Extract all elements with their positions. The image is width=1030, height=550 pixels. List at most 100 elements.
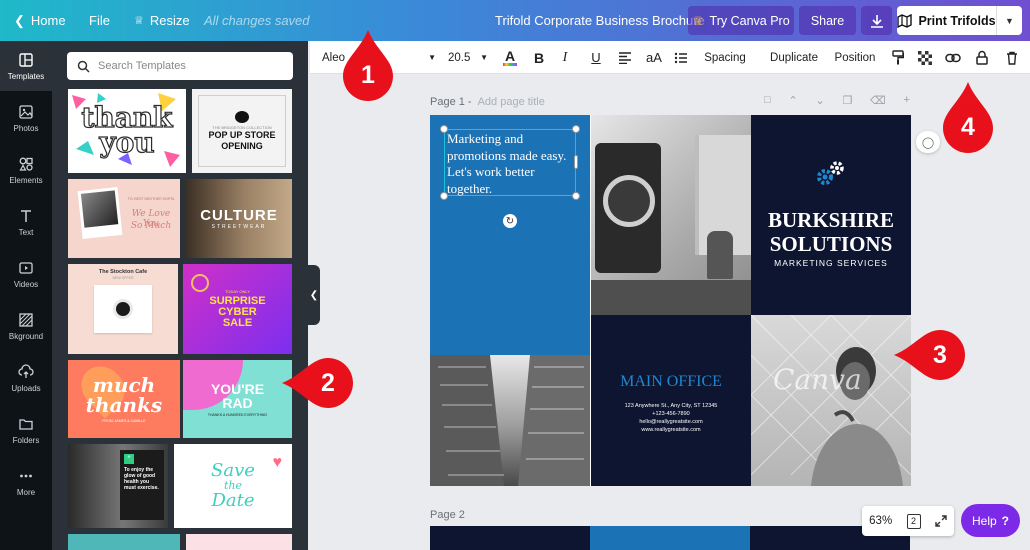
download-icon [870, 14, 883, 28]
position-button[interactable]: Position [832, 41, 878, 74]
print-options-dropdown[interactable]: ▼ [996, 6, 1022, 35]
home-label: Home [30, 13, 66, 28]
chevron-down-icon: ▼ [428, 53, 436, 62]
expand-icon[interactable] [935, 515, 947, 527]
collapse-panel-button[interactable]: ❮ [308, 265, 320, 325]
home-button[interactable]: ❮ Home [14, 0, 66, 41]
notes-icon[interactable]: □ [764, 94, 771, 110]
duplicate-button[interactable]: Duplicate [766, 41, 822, 74]
rail-label: Bkground [8, 331, 44, 341]
delete-button[interactable] [1004, 41, 1020, 74]
chevron-down-icon[interactable]: ⌄ [815, 94, 824, 110]
brand-tagline[interactable]: MARKETING SERVICES [751, 258, 911, 268]
brochure-page-2[interactable] [430, 526, 750, 550]
download-button[interactable] [861, 6, 892, 35]
tile-subtitle: THANKS A HUNDRED EVERYTHING [207, 412, 268, 417]
template-we-love-you[interactable]: TO: BEST BROTHER SORTA We Love You So Mu… [68, 179, 180, 258]
copy-style-button[interactable] [890, 41, 906, 74]
office-email: hello@reallygreatsite.com [639, 419, 703, 425]
lock-button[interactable] [974, 41, 990, 74]
office-title[interactable]: MAIN OFFICE [591, 373, 751, 391]
text-color-button[interactable]: A [500, 41, 520, 74]
rail-videos[interactable]: Videos [0, 249, 52, 299]
rail-templates[interactable]: Templates [0, 41, 52, 91]
resize-handle[interactable] [440, 125, 448, 133]
callout-1: 1 [338, 28, 398, 102]
chevron-up-icon[interactable]: ⌃ [788, 94, 797, 110]
underline-button[interactable]: U [587, 41, 605, 74]
font-size-dropdown[interactable]: 20.5 ▼ [448, 41, 488, 74]
brand-panel: BURKSHIRE SOLUTIONS MARKETING SERVICES [751, 115, 911, 315]
tile-subtitle: FROM: JAMES & CAMILLE [102, 419, 146, 423]
tile-title: CULTURE [200, 207, 278, 224]
speaker-photo[interactable] [591, 115, 751, 315]
template-fitness-quote[interactable]: “ To enjoy the glow of good health you m… [68, 444, 168, 528]
page-count-button[interactable]: 2 [906, 513, 921, 529]
template-pop-up-store[interactable]: THE BRIDGETON COLLECTION POP UP STORE OP… [192, 89, 292, 173]
template-save-the-date[interactable]: ♥ Save the Date [174, 444, 292, 528]
rail-folders[interactable]: Folders [0, 405, 52, 455]
resize-handle[interactable] [440, 192, 448, 200]
print-label: Print Trifolds [918, 13, 996, 28]
file-menu-button[interactable]: File [89, 0, 110, 41]
template-cyber-sale[interactable]: TODAY ONLY SURPRISE CYBER SALE [183, 264, 292, 354]
tile-subtitle: NEW OFFER [112, 276, 134, 280]
rail-more[interactable]: More [0, 457, 52, 507]
rail-background[interactable]: Bkground [0, 301, 52, 351]
try-canva-pro-button[interactable]: ♕ Try Canva Pro [688, 6, 794, 35]
print-trifolds-button[interactable]: Print Trifolds [897, 6, 996, 35]
share-button[interactable]: Share [799, 6, 856, 35]
link-button[interactable] [944, 41, 962, 74]
save-status: All changes saved [204, 13, 310, 28]
resize-handle[interactable] [572, 125, 580, 133]
template-culture[interactable]: CULTURE STREETWEAR [186, 179, 292, 258]
chevron-left-icon: ❮ [309, 289, 319, 301]
delete-page-icon[interactable]: ⌫ [870, 94, 886, 110]
rail-uploads[interactable]: Uploads [0, 353, 52, 403]
tile-subtitle: TO: BEST BROTHER SORTA [127, 197, 175, 201]
search-input[interactable]: Search Templates [67, 52, 293, 80]
office-details[interactable]: 123 Anywhere St., Any City, ST 12345 +12… [591, 402, 751, 434]
rail-label: Videos [13, 279, 39, 289]
page-1-label: Page 1 - [430, 96, 472, 108]
zoom-level[interactable]: 63% [869, 515, 892, 527]
template-partial-2[interactable] [186, 534, 292, 550]
search-icon [77, 60, 90, 73]
brochure-page-1[interactable]: MAIN OFFICE 123 Anywhere St., Any City, … [430, 115, 911, 486]
template-much-thanks[interactable]: much thanks FROM: JAMES & CAMILLE [68, 360, 180, 438]
page-controls: □ ⌃ ⌄ ❐ ⌫ + [764, 94, 910, 110]
template-partial-1[interactable] [68, 534, 180, 550]
side-handle[interactable] [574, 155, 578, 169]
photo-placeholder [80, 190, 119, 228]
template-stockton-cafe[interactable]: The Stockton Cafe NEW OFFER [68, 264, 178, 354]
duplicate-page-icon[interactable]: ❐ [842, 94, 852, 110]
list-button[interactable] [672, 41, 690, 74]
rail-elements[interactable]: Elements [0, 145, 52, 195]
selected-text-box[interactable]: Marketing and promotions made easy. Let'… [444, 129, 576, 196]
comment-icon[interactable]: ◯ [916, 131, 940, 153]
building-photo[interactable] [430, 355, 590, 486]
zoom-controls: 63% 2 [862, 506, 954, 536]
template-youre-rad[interactable]: YOU'RE RAD THANKS A HUNDRED EVERYTHING [183, 360, 292, 438]
add-page-icon[interactable]: + [904, 94, 910, 110]
help-button[interactable]: Help ? [961, 504, 1020, 537]
resize-handle[interactable] [572, 192, 580, 200]
rotate-icon[interactable]: ↻ [503, 214, 517, 228]
woman-photo[interactable]: Canva [751, 315, 911, 486]
letter-case-button[interactable]: aA [643, 41, 665, 74]
align-button[interactable] [615, 41, 635, 74]
document-title[interactable]: Trifold Corporate Business Brochure [495, 0, 705, 41]
brand-name[interactable]: BURKSHIRE SOLUTIONS [751, 208, 911, 256]
resize-button[interactable]: ♕ Resize [134, 0, 190, 41]
try-pro-label: Try Canva Pro [709, 13, 790, 28]
rail-photos[interactable]: Photos [0, 93, 52, 143]
italic-button[interactable]: I [556, 41, 574, 74]
rail-text[interactable]: Text [0, 197, 52, 247]
page-title-input[interactable]: Add page title [478, 96, 545, 108]
bold-button[interactable]: B [530, 41, 548, 74]
template-thank-you[interactable]: thank you [68, 89, 186, 173]
spacing-button[interactable]: Spacing [700, 41, 750, 74]
transparency-button[interactable] [917, 41, 933, 74]
rail-label: Text [18, 227, 34, 237]
rail-label: More [16, 487, 36, 497]
